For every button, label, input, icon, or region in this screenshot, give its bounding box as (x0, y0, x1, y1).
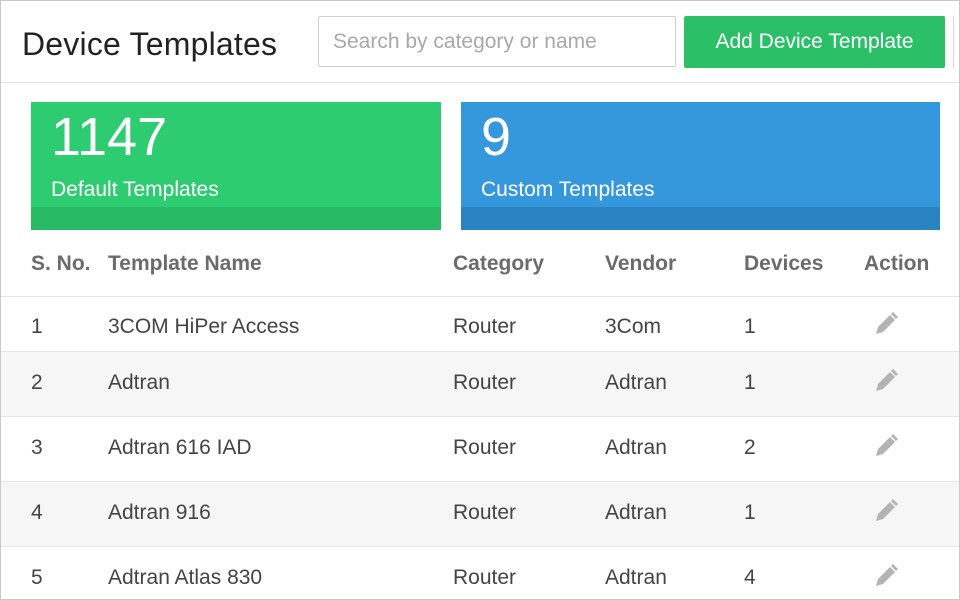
cell-devices: 1 (744, 315, 756, 338)
card-footer-bar (31, 207, 441, 230)
cell-template-name: Adtran Atlas 830 (108, 566, 263, 589)
cell-vendor: Adtran (605, 501, 667, 524)
cell-category: Router (453, 315, 517, 338)
cell-vendor: Adtran (605, 566, 667, 589)
column-header-category[interactable]: Category (453, 252, 544, 276)
cell-devices: 2 (744, 436, 756, 459)
cell-vendor: Adtran (605, 371, 667, 394)
search-input[interactable] (318, 16, 676, 67)
table-header: S. No. Template Name Category Vendor Dev… (1, 233, 959, 297)
page-header: Device Templates Add Device Template (1, 1, 959, 83)
pencil-icon[interactable] (873, 368, 899, 394)
cell-vendor: 3Com (605, 315, 662, 338)
table-row[interactable]: 2 Adtran Router Adtran 1 (1, 352, 959, 417)
custom-templates-card[interactable]: 9 Custom Templates (461, 102, 940, 230)
table-row[interactable]: 4 Adtran 916 Router Adtran 1 (1, 482, 959, 547)
card-footer-bar (461, 207, 940, 230)
cell-sno: 2 (31, 371, 43, 394)
cell-sno: 5 (31, 566, 43, 589)
column-header-sno[interactable]: S. No. (31, 252, 93, 276)
pencil-icon[interactable] (873, 433, 899, 459)
column-header-action: Action (864, 252, 930, 275)
default-templates-card[interactable]: 1147 Default Templates (31, 102, 441, 230)
column-header-vendor[interactable]: Vendor (605, 252, 676, 276)
cell-category: Router (453, 501, 517, 524)
custom-templates-count: 9 (481, 107, 512, 167)
pencil-icon[interactable] (873, 498, 899, 524)
custom-templates-label: Custom Templates (481, 178, 655, 201)
column-header-template-name[interactable]: Template Name (108, 252, 262, 276)
cell-template-name: Adtran 916 (108, 501, 211, 524)
page-title: Device Templates (22, 26, 278, 62)
cell-vendor: Adtran (605, 436, 667, 459)
cell-sno: 3 (31, 436, 43, 459)
cell-template-name: Adtran (108, 371, 170, 394)
table-row[interactable]: 3 Adtran 616 IAD Router Adtran 2 (1, 417, 959, 482)
cell-sno: 1 (31, 315, 43, 338)
device-templates-page: Device Templates Add Device Template 114… (0, 0, 960, 600)
cell-devices: 1 (744, 501, 756, 524)
table-row[interactable]: 1 3COM HiPer Access Router 3Com 1 (1, 297, 959, 352)
pencil-icon[interactable] (873, 563, 899, 589)
cell-devices: 4 (744, 566, 756, 589)
pencil-icon[interactable] (873, 311, 899, 337)
cell-category: Router (453, 566, 517, 589)
cell-devices: 1 (744, 371, 756, 394)
table-row[interactable]: 5 Adtran Atlas 830 Router Adtran 4 (1, 547, 959, 599)
column-header-devices[interactable]: Devices (744, 252, 823, 276)
default-templates-label: Default Templates (51, 178, 219, 201)
cell-category: Router (453, 371, 517, 394)
add-device-template-button[interactable]: Add Device Template (684, 16, 945, 68)
cell-template-name: 3COM HiPer Access (108, 315, 300, 338)
cell-template-name: Adtran 616 IAD (108, 436, 252, 459)
header-divider (953, 16, 959, 68)
cell-category: Router (453, 436, 517, 459)
default-templates-count: 1147 (51, 107, 168, 167)
cell-sno: 4 (31, 501, 43, 524)
